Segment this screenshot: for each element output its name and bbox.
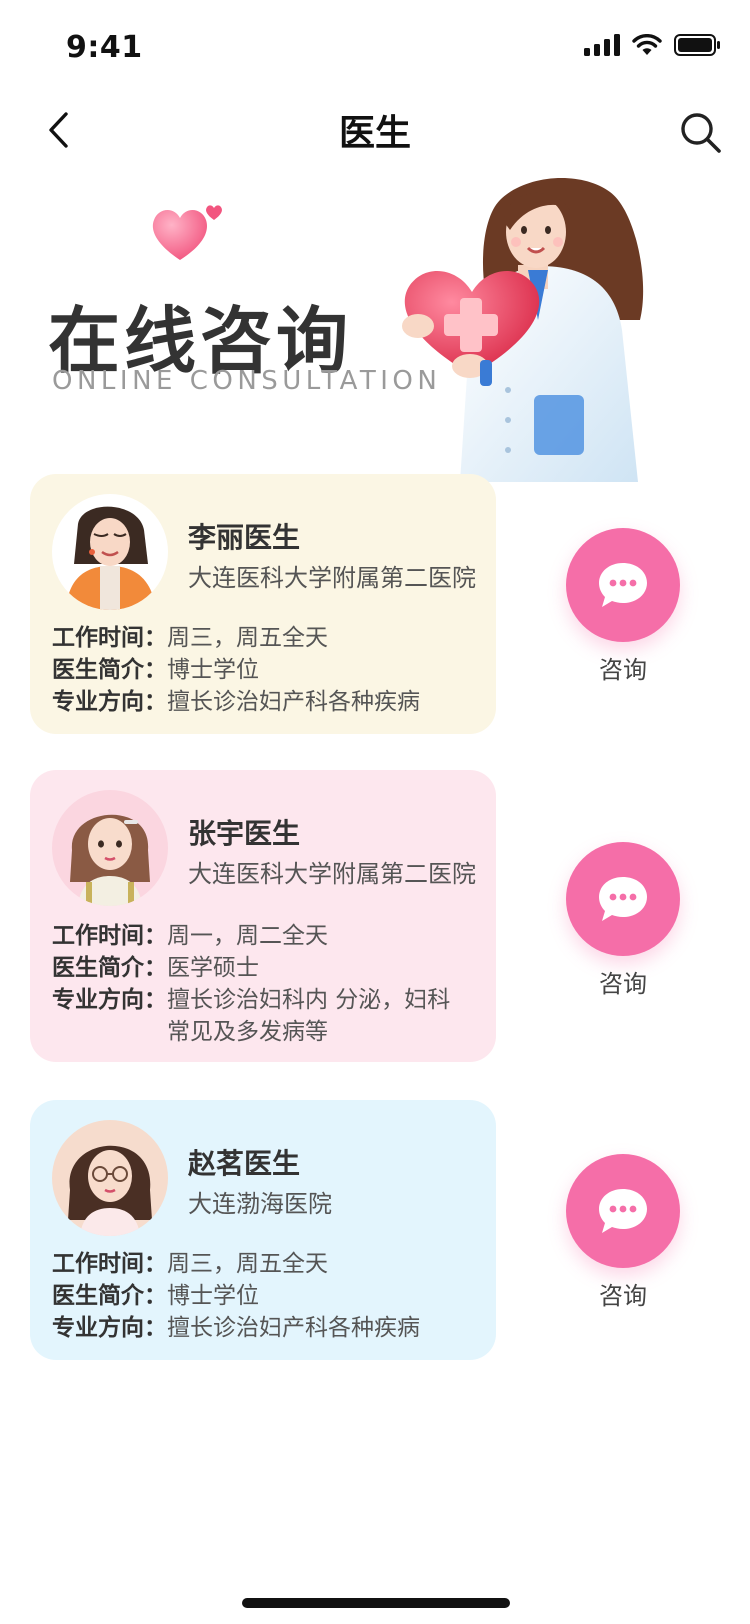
chat-bubble-icon bbox=[599, 1189, 647, 1233]
doctor-row-3: 赵茗医生 大连渤海医院 工作时间： 周三，周五全天 医生简介： 博士学位 专业方… bbox=[0, 1100, 750, 1364]
doctor-info: 工作时间： 周三，周五全天 医生简介： 博士学位 专业方向： 擅长诊治妇产科各种… bbox=[52, 622, 482, 718]
doctor-hospital: 大连医科大学附属第二医院 bbox=[188, 860, 476, 888]
work-time-line: 工作时间： 周三，周五全天 bbox=[52, 1248, 482, 1280]
nav-bar: 医生 bbox=[0, 96, 750, 166]
avatar bbox=[52, 1120, 168, 1236]
doctor-info: 工作时间： 周三，周五全天 医生简介： 博士学位 专业方向： 擅长诊治妇产科各种… bbox=[52, 1248, 482, 1344]
specialty-line: 专业方向： 擅长诊治妇科内 分泌，妇科常见及多发病等 bbox=[52, 984, 482, 1048]
doctor-card[interactable]: 赵茗医生 大连渤海医院 工作时间： 周三，周五全天 医生简介： 博士学位 专业方… bbox=[30, 1100, 496, 1360]
intro-line: 医生简介： 医学硕士 bbox=[52, 952, 482, 984]
status-bar: 9:41 bbox=[0, 0, 750, 88]
intro-line: 医生简介： 博士学位 bbox=[52, 1280, 482, 1312]
doctor-info: 工作时间： 周一，周二全天 医生简介： 医学硕士 专业方向： 擅长诊治妇科内 分… bbox=[52, 920, 482, 1048]
work-time-label: 工作时间： bbox=[52, 625, 167, 651]
work-time-line: 工作时间： 周一，周二全天 bbox=[52, 920, 482, 952]
intro-line: 医生简介： 博士学位 bbox=[52, 654, 482, 686]
consult-label[interactable]: 咨询 bbox=[566, 964, 680, 999]
intro-label: 医生简介： bbox=[52, 657, 167, 683]
doctor-avatar-image bbox=[52, 1120, 168, 1236]
hero-banner: 在线咨询 ONLINE CONSULTATION bbox=[0, 170, 750, 500]
specialty-label: 专业方向： bbox=[52, 1315, 167, 1341]
home-indicator[interactable] bbox=[242, 1598, 510, 1608]
doctor-name: 张宇医生 bbox=[188, 817, 301, 850]
cellular-signal-icon bbox=[584, 34, 620, 56]
chat-bubble-icon bbox=[599, 563, 647, 607]
doctor-avatar-image bbox=[52, 790, 168, 906]
doctor-name: 李丽医生 bbox=[188, 521, 301, 554]
page-title: 医生 bbox=[338, 113, 411, 154]
specialty-label: 专业方向： bbox=[52, 689, 167, 715]
specialty-line: 专业方向： 擅长诊治妇产科各种疾病 bbox=[52, 1312, 482, 1344]
intro-value: 医学硕士 bbox=[167, 955, 259, 981]
work-time-value: 周三，周五全天 bbox=[167, 625, 328, 651]
intro-label: 医生简介： bbox=[52, 1283, 167, 1309]
status-icons bbox=[584, 34, 720, 56]
work-time-label: 工作时间： bbox=[52, 1251, 167, 1277]
intro-value: 博士学位 bbox=[167, 1283, 259, 1309]
chat-bubble-icon bbox=[599, 877, 647, 921]
hero-subtitle: ONLINE CONSULTATION bbox=[52, 366, 442, 396]
avatar bbox=[52, 494, 168, 610]
search-icon bbox=[681, 113, 721, 153]
work-time-value: 周三，周五全天 bbox=[167, 1251, 328, 1277]
consult-button[interactable] bbox=[566, 1154, 680, 1268]
doctor-row-2: 张宇医生 大连医科大学附属第二医院 工作时间： 周一，周二全天 医生简介： 医学… bbox=[0, 770, 750, 1066]
specialty-value: 擅长诊治妇产科各种疾病 bbox=[167, 689, 420, 715]
doctor-hospital: 大连渤海医院 bbox=[188, 1190, 332, 1218]
search-button[interactable] bbox=[678, 110, 724, 156]
doctor-row-1: 李丽医生 大连医科大学附属第二医院 工作时间： 周三，周五全天 医生简介： 博士… bbox=[0, 474, 750, 738]
doctor-hospital: 大连医科大学附属第二医院 bbox=[188, 564, 476, 592]
consult-button[interactable] bbox=[566, 842, 680, 956]
consult-button[interactable] bbox=[566, 528, 680, 642]
doctor-holding-heart-illustration bbox=[402, 178, 644, 482]
doctor-name: 赵茗医生 bbox=[188, 1147, 301, 1180]
status-time: 9:41 bbox=[66, 30, 143, 65]
consult-label[interactable]: 咨询 bbox=[566, 1276, 680, 1311]
work-time-value: 周一，周二全天 bbox=[167, 923, 328, 949]
work-time-line: 工作时间： 周三，周五全天 bbox=[52, 622, 482, 654]
doctor-card[interactable]: 张宇医生 大连医科大学附属第二医院 工作时间： 周一，周二全天 医生简介： 医学… bbox=[30, 770, 496, 1062]
doctor-avatar-image bbox=[52, 494, 168, 610]
battery-icon bbox=[674, 34, 720, 56]
intro-value: 博士学位 bbox=[167, 657, 259, 683]
wifi-icon bbox=[632, 34, 662, 55]
heart-decoration-icon bbox=[152, 205, 222, 260]
avatar bbox=[52, 790, 168, 906]
specialty-line: 专业方向： 擅长诊治妇产科各种疾病 bbox=[52, 686, 482, 718]
work-time-label: 工作时间： bbox=[52, 923, 167, 949]
specialty-value: 擅长诊治妇科内 分泌，妇科常见及多发病等 bbox=[167, 987, 451, 1045]
consult-label[interactable]: 咨询 bbox=[566, 650, 680, 685]
specialty-value: 擅长诊治妇产科各种疾病 bbox=[167, 1315, 420, 1341]
specialty-label: 专业方向： bbox=[52, 987, 167, 1013]
intro-label: 医生简介： bbox=[52, 955, 167, 981]
doctor-card[interactable]: 李丽医生 大连医科大学附属第二医院 工作时间： 周三，周五全天 医生简介： 博士… bbox=[30, 474, 496, 734]
